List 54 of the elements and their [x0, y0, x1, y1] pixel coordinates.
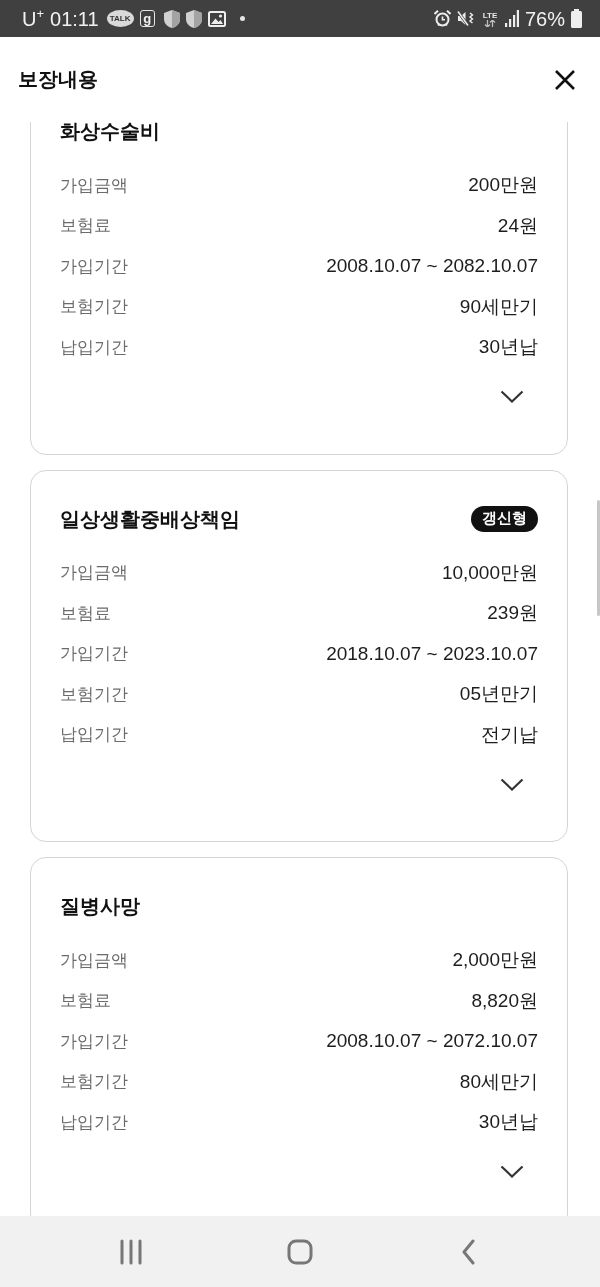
detail-value: 200만원: [468, 173, 538, 198]
chevron-down-icon: [500, 390, 524, 403]
shield-icon: [163, 9, 180, 28]
detail-label: 보험료: [60, 215, 111, 238]
coverage-title: 질병사망: [60, 894, 140, 918]
data-arrows-icon: [483, 19, 496, 27]
alarm-clock-icon: [433, 10, 451, 27]
detail-label: 보험료: [60, 602, 111, 625]
coverage-title: 일상생활중배상책임: [60, 506, 240, 531]
chevron-down-icon: [500, 1165, 524, 1178]
detail-label: 가입금액: [60, 562, 128, 585]
detail-label: 납입기간: [60, 336, 128, 359]
detail-value: 30년납: [478, 335, 538, 360]
battery-icon: [571, 9, 582, 28]
notification-dot-icon: [239, 16, 245, 21]
detail-value: 전기납: [481, 722, 538, 747]
detail-label: 납입기간: [60, 1111, 128, 1134]
close-icon: [554, 68, 576, 91]
detail-label: 가입금액: [60, 174, 128, 197]
detail-value: 2018.10.07 ~ 2023.10.07: [326, 642, 538, 665]
detail-label: 가입기간: [60, 1030, 128, 1053]
detail-value: 80세만기: [459, 1069, 538, 1094]
detail-value: 24원: [497, 213, 538, 238]
clock-time: 01:11: [50, 7, 99, 30]
renewal-tag: 갱신형: [471, 505, 538, 532]
detail-label: 가입기간: [60, 643, 128, 666]
detail-value: 05년만기: [459, 682, 538, 707]
detail-label: 가입기간: [60, 255, 128, 278]
chat-app-notification: TALK: [106, 10, 134, 27]
detail-label: 보험료: [60, 990, 111, 1013]
detail-value: 2,000만원: [452, 948, 538, 973]
detail-value: 90세만기: [459, 294, 538, 319]
coverage-title: 화상수술비: [60, 122, 160, 143]
detail-value: 8,820원: [471, 988, 538, 1013]
network-type-label: LTE: [482, 10, 498, 20]
shield-icon: [185, 9, 202, 28]
detail-value: 2008.10.07 ~ 2072.10.07: [326, 1030, 538, 1053]
carrier-name: U$^{+}$: [22, 7, 45, 30]
image-icon: [207, 10, 226, 27]
signal-bars-icon: [504, 10, 519, 27]
page-title: 보장내용: [18, 67, 98, 92]
detail-label: 보험기간: [60, 683, 128, 706]
chevron-down-icon: [500, 777, 524, 791]
detail-value: 10,000만원: [441, 560, 538, 585]
detail-label: 납입기간: [60, 724, 128, 747]
detail-value: 2008.10.07 ~ 2082.10.07: [326, 255, 538, 278]
detail-label: 보험기간: [60, 296, 128, 319]
detail-value: 239원: [487, 601, 538, 626]
detail-value: 30년납: [478, 1110, 538, 1135]
battery-percent: 76%: [524, 7, 565, 30]
letter-app-notification: g: [139, 10, 155, 27]
vibrate-mute-icon: [456, 10, 475, 27]
detail-label: 가입금액: [60, 949, 128, 972]
detail-label: 보험기간: [60, 1071, 128, 1094]
